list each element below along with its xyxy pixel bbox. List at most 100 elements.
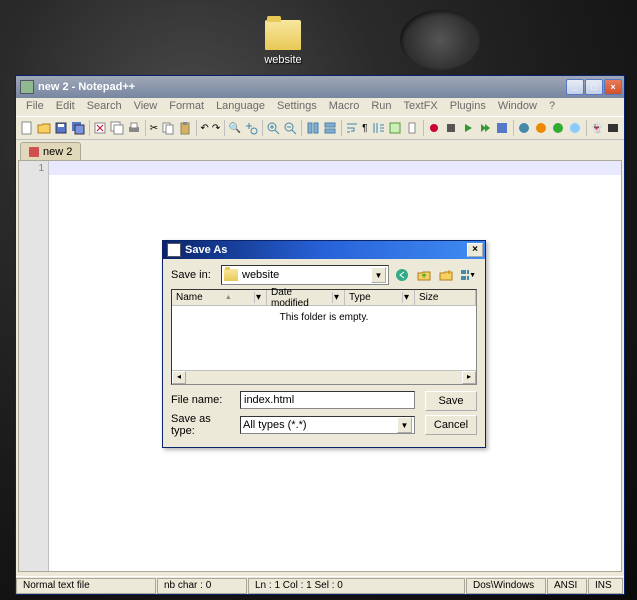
savein-label: Save in: [171, 269, 217, 281]
line-number: 1 [23, 163, 44, 174]
file-list[interactable]: Name▲▾ Date modified▾ Type▾ Size This fo… [171, 289, 477, 385]
titlebar[interactable]: new 2 - Notepad++ _ □ × [16, 76, 624, 98]
console-icon[interactable] [605, 119, 621, 137]
save-all-icon[interactable] [70, 119, 86, 137]
current-line-highlight [49, 161, 621, 175]
run-multi-icon[interactable] [477, 119, 493, 137]
redo-icon[interactable]: ↷ [211, 119, 221, 137]
menubar: File Edit Search View Format Language Se… [16, 98, 624, 116]
close-button[interactable]: × [604, 79, 622, 95]
saveastype-dropdown[interactable]: All types (*.*) ▼ [240, 416, 415, 434]
find-icon[interactable]: 🔍 [228, 119, 242, 137]
menu-help[interactable]: ? [543, 100, 561, 114]
zoom-in-icon[interactable] [265, 119, 281, 137]
menu-run[interactable]: Run [365, 100, 397, 114]
menu-macro[interactable]: Macro [323, 100, 366, 114]
column-name[interactable]: Name▲▾ [172, 290, 267, 305]
status-eol: Dos\Windows [466, 578, 546, 594]
status-filetype: Normal text file [16, 578, 156, 594]
dialog-title: Save As [185, 244, 467, 256]
show-all-chars-icon[interactable]: ¶ [361, 119, 368, 137]
status-position: Ln : 1 Col : 1 Sel : 0 [248, 578, 465, 594]
line-number-gutter: 1 [19, 161, 49, 571]
cut-icon[interactable]: ✂ [149, 119, 159, 137]
menu-view[interactable]: View [128, 100, 164, 114]
open-file-icon[interactable] [36, 119, 52, 137]
minimize-button[interactable]: _ [566, 79, 584, 95]
cancel-button[interactable]: Cancel [425, 415, 477, 435]
toolbar: ✂ ↶ ↷ 🔍 ¶ 👻 [16, 116, 624, 140]
menu-language[interactable]: Language [210, 100, 271, 114]
dialog-titlebar[interactable]: Save As × [163, 241, 485, 259]
browser-safari-icon[interactable] [567, 119, 583, 137]
undo-icon[interactable]: ↶ [199, 119, 209, 137]
maximize-button[interactable]: □ [585, 79, 603, 95]
scroll-right-icon[interactable]: ▸ [462, 371, 476, 384]
menu-format[interactable]: Format [163, 100, 210, 114]
replace-icon[interactable] [243, 119, 259, 137]
stop-macro-icon[interactable] [443, 119, 459, 137]
save-icon[interactable] [53, 119, 69, 137]
statusbar: Normal text file nb char : 0 Ln : 1 Col … [16, 576, 624, 594]
dropdown-arrow-icon[interactable]: ▼ [397, 417, 412, 433]
window-title: new 2 - Notepad++ [38, 81, 566, 93]
close-all-icon[interactable] [109, 119, 125, 137]
menu-window[interactable]: Window [492, 100, 543, 114]
close-file-icon[interactable] [92, 119, 108, 137]
ghost-icon[interactable]: 👻 [590, 119, 604, 137]
new-folder-icon[interactable] [437, 266, 455, 284]
browser-ff-icon[interactable] [533, 119, 549, 137]
status-encoding: ANSI [547, 578, 587, 594]
saveastype-label: Save as type: [171, 413, 236, 437]
horizontal-scrollbar[interactable]: ◂ ▸ [172, 370, 476, 384]
menu-settings[interactable]: Settings [271, 100, 323, 114]
dropdown-arrow-icon[interactable]: ▼ [371, 267, 386, 283]
save-as-dialog: Save As × Save in: website ▼ ▼ Name▲▾ Da… [162, 240, 486, 448]
paste-icon[interactable] [177, 119, 193, 137]
menu-edit[interactable]: Edit [50, 100, 81, 114]
tab-modified-icon [29, 147, 39, 157]
tab-new2[interactable]: new 2 [20, 142, 81, 160]
save-button[interactable]: Save [425, 391, 477, 411]
doc-map-icon[interactable] [404, 119, 420, 137]
sync-v-icon[interactable] [305, 119, 321, 137]
folder-icon [265, 20, 301, 50]
new-file-icon[interactable] [19, 119, 35, 137]
saveastype-value: All types (*.*) [243, 419, 397, 431]
status-nbchar: nb char : 0 [157, 578, 247, 594]
column-type[interactable]: Type▾ [345, 290, 415, 305]
dialog-close-button[interactable]: × [467, 243, 483, 257]
menu-file[interactable]: File [20, 100, 50, 114]
tab-label: new 2 [43, 146, 72, 158]
up-folder-icon[interactable] [415, 266, 433, 284]
sync-h-icon[interactable] [322, 119, 338, 137]
save-macro-icon[interactable] [494, 119, 510, 137]
savein-dropdown[interactable]: website ▼ [221, 265, 389, 285]
menu-textfx[interactable]: TextFX [398, 100, 444, 114]
file-list-header: Name▲▾ Date modified▾ Type▾ Size [172, 290, 476, 306]
menu-plugins[interactable]: Plugins [444, 100, 492, 114]
zoom-out-icon[interactable] [282, 119, 298, 137]
column-date[interactable]: Date modified▾ [267, 290, 345, 305]
scroll-left-icon[interactable]: ◂ [172, 371, 186, 384]
browser-chrome-icon[interactable] [550, 119, 566, 137]
column-size[interactable]: Size [415, 290, 476, 305]
wrap-icon[interactable] [344, 119, 360, 137]
dialog-icon [167, 243, 181, 257]
user-lang-icon[interactable] [387, 119, 403, 137]
savein-value: website [242, 269, 371, 281]
indent-guide-icon[interactable] [370, 119, 386, 137]
view-menu-icon[interactable]: ▼ [459, 266, 477, 284]
browser-ie-icon[interactable] [516, 119, 532, 137]
filename-input[interactable] [240, 391, 415, 409]
menu-search[interactable]: Search [81, 100, 128, 114]
desktop-folder-website[interactable]: website [253, 20, 313, 66]
back-icon[interactable] [393, 266, 411, 284]
play-macro-icon[interactable] [460, 119, 476, 137]
empty-folder-text: This folder is empty. [172, 306, 476, 329]
print-icon[interactable] [126, 119, 142, 137]
app-icon [20, 80, 34, 94]
folder-icon [224, 269, 238, 281]
record-macro-icon[interactable] [426, 119, 442, 137]
copy-icon[interactable] [160, 119, 176, 137]
